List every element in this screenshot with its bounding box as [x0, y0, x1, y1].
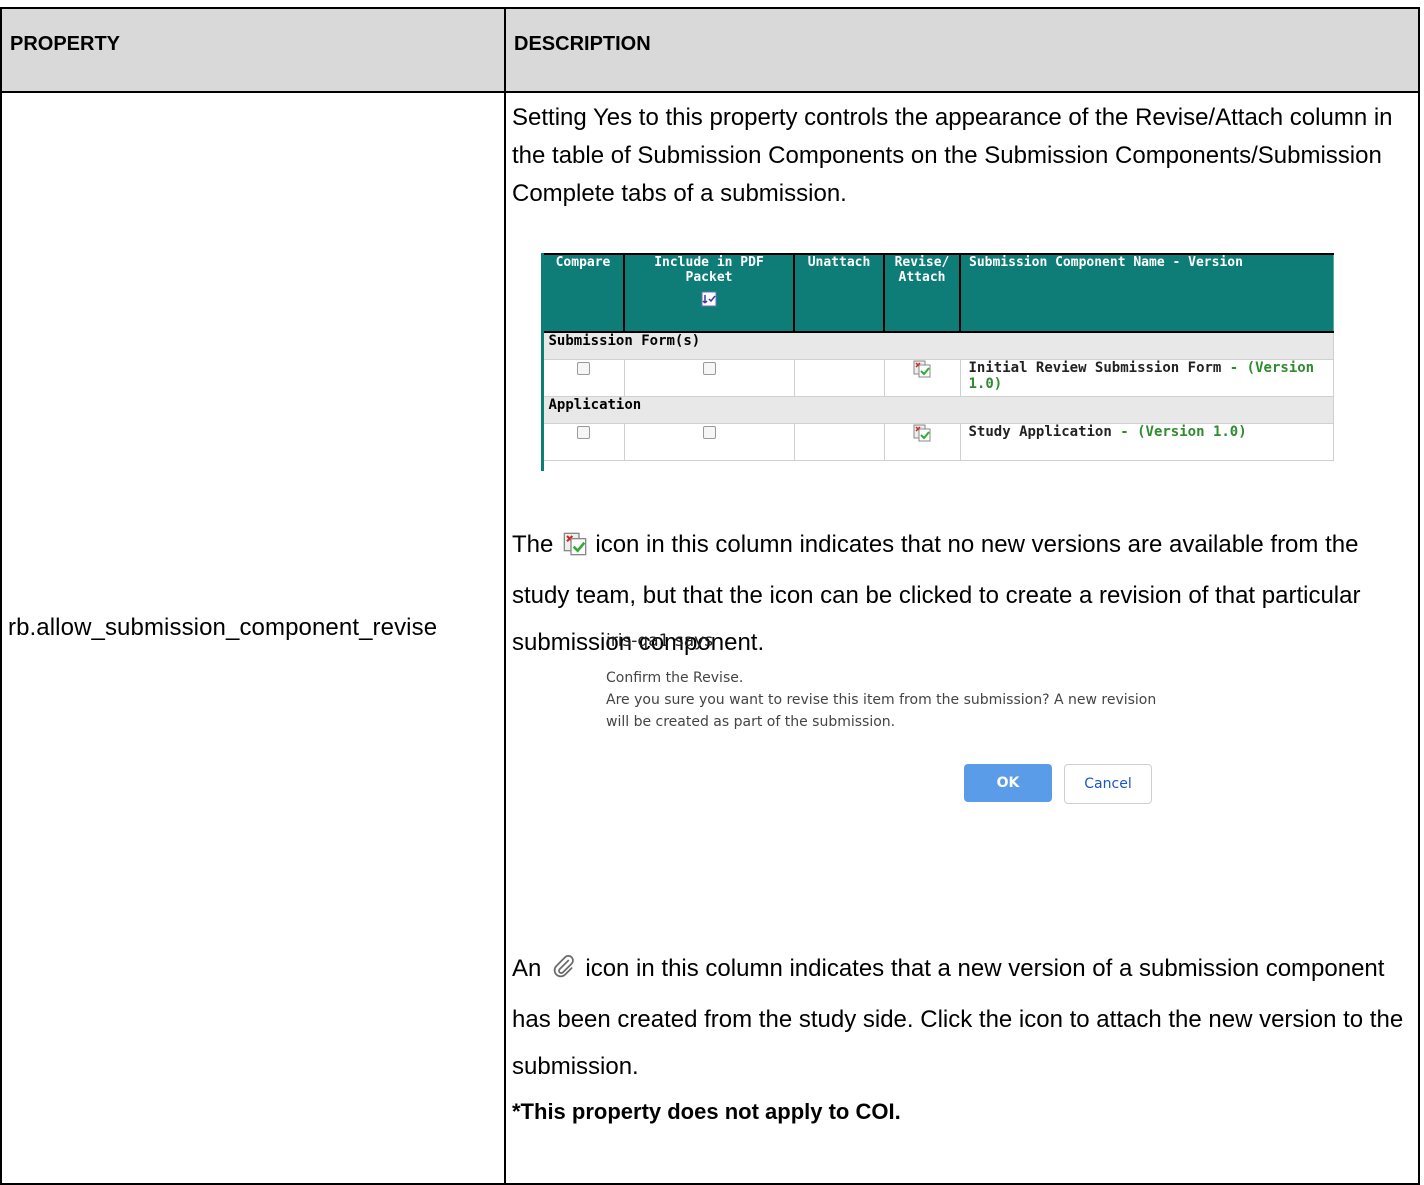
unattach-cell [793, 359, 885, 397]
table-left-border [541, 253, 544, 471]
dialog-message: Confirm the Revise. Are you sure you wan… [606, 667, 1166, 733]
component-name[interactable]: Study Application [969, 424, 1112, 440]
version-separator: - [1111, 424, 1138, 440]
description-cell: Setting Yes to this property controls th… [504, 91, 1420, 1185]
include-pdf-checkbox[interactable] [702, 426, 716, 439]
col-revise-attach: Revise/ Attach [883, 253, 961, 333]
property-header: PROPERTY [0, 7, 506, 93]
p2-lead: The [512, 531, 554, 558]
col-component-name: Submission Component Name - Version [959, 253, 1334, 333]
description-header: DESCRIPTION [504, 7, 1420, 93]
dialog-line-1: Confirm the Revise. [606, 670, 744, 686]
dialog-line-2: Are you sure you want to revise this ite… [606, 692, 1157, 730]
attach-icon-paragraph: An icon in this column indicates that a … [506, 945, 1412, 1090]
pdf-packet-icon [701, 291, 717, 307]
property-row: rb.allow_submission_component_revise Set… [0, 91, 1420, 1185]
col-compare: Compare [541, 253, 625, 333]
include-pdf-checkbox[interactable] [702, 362, 716, 375]
p3-lead: An [512, 955, 542, 982]
revise-icon [563, 525, 587, 572]
col-include-pdf-label: Include in PDF Packet [654, 255, 764, 285]
component-name-cell: Study Application - (Version 1.0) [959, 423, 1334, 461]
property-name: rb.allow_submission_component_revise [8, 614, 438, 641]
compare-checkbox[interactable] [576, 426, 590, 439]
revise-icon[interactable] [913, 360, 931, 378]
version-separator: - [1221, 360, 1247, 376]
dialog-title: iris-qa1 says [606, 631, 714, 651]
component-row: Initial Review Submission Form - (Versio… [541, 359, 1334, 397]
group-row: Application [541, 396, 1334, 424]
property-table: PROPERTY DESCRIPTION rb.allow_submission… [0, 7, 1420, 1185]
component-row: Study Application - (Version 1.0) [541, 423, 1334, 461]
property-cell: rb.allow_submission_component_revise [0, 91, 506, 1185]
intro-paragraph: Setting Yes to this property controls th… [512, 104, 1393, 207]
coi-note: *This property does not apply to COI. [512, 1099, 901, 1124]
paperclip-icon [551, 949, 577, 996]
component-table-screenshot: Compare Include in PDF Packet Unattach R… [541, 253, 1334, 471]
revise-icon[interactable] [913, 424, 931, 442]
header-row: PROPERTY DESCRIPTION [0, 7, 1420, 93]
confirm-dialog: iris-qa1 says Confirm the Revise. Are yo… [606, 631, 1166, 804]
component-name-cell: Initial Review Submission Form - (Versio… [959, 359, 1334, 397]
col-include-pdf: Include in PDF Packet [623, 253, 795, 333]
component-name[interactable]: Initial Review Submission Form [969, 360, 1222, 376]
ok-button[interactable]: OK [964, 764, 1052, 802]
component-version: (Version 1.0) [1137, 424, 1247, 440]
cancel-button[interactable]: Cancel [1064, 764, 1152, 804]
compare-checkbox[interactable] [576, 362, 590, 375]
col-unattach: Unattach [793, 253, 885, 333]
p3-text: icon in this column indicates that a new… [512, 955, 1404, 1080]
unattach-cell [793, 423, 885, 461]
group-row: Submission Form(s) [541, 331, 1334, 360]
